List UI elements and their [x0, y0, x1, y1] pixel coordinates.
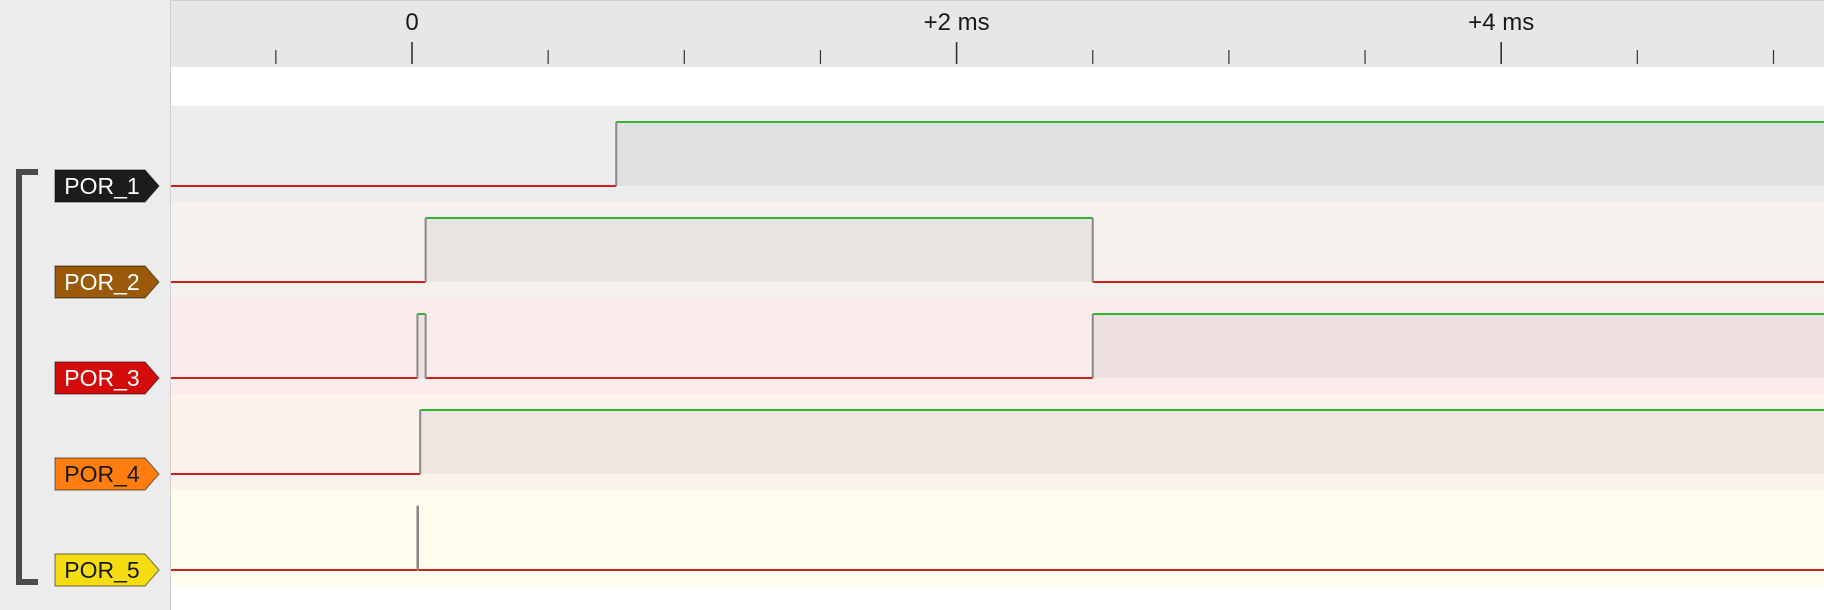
tick-label: +4 ms: [1468, 9, 1534, 36]
tick-label: +2 ms: [924, 9, 990, 36]
channel-tag-por_3[interactable]: POR_3: [54, 361, 160, 395]
channel-name: POR_1: [64, 173, 139, 199]
channel-name: POR_2: [64, 269, 139, 295]
channel-labels: POR_1 POR_2 POR_3 POR_4 POR_5: [54, 169, 160, 587]
channel-group-bracket: [16, 169, 38, 585]
channel-tag-por_5[interactable]: POR_5: [54, 553, 160, 587]
channel-name: POR_4: [64, 461, 140, 487]
logic-analyzer-view: 0+2 ms+4 ms+6 ms+8 ms+10 ms POR_1POR_2PO…: [0, 0, 1824, 610]
high-level-fill: [417, 314, 426, 378]
channel-tag-por_4[interactable]: POR_4: [54, 457, 160, 491]
group-bracket-icon[interactable]: [16, 169, 38, 585]
ruler-ticks: 0+2 ms+4 ms+6 ms+8 ms+10 ms: [275, 9, 1775, 64]
channel-name: POR_5: [64, 557, 139, 583]
high-level-fill: [616, 122, 1824, 186]
high-level-fill: [425, 218, 1093, 282]
high-level-fill: [420, 410, 1824, 474]
channel-tag-por_1[interactable]: POR_1: [54, 169, 160, 203]
tick-label: 0: [405, 9, 418, 36]
waveform-canvas[interactable]: 0+2 ms+4 ms+6 ms+8 ms+10 ms POR_1POR_2PO…: [0, 0, 1824, 610]
high-level-fill: [1092, 314, 1824, 378]
channel-tag-por_2[interactable]: POR_2: [54, 265, 160, 299]
channel-name: POR_3: [64, 365, 139, 391]
